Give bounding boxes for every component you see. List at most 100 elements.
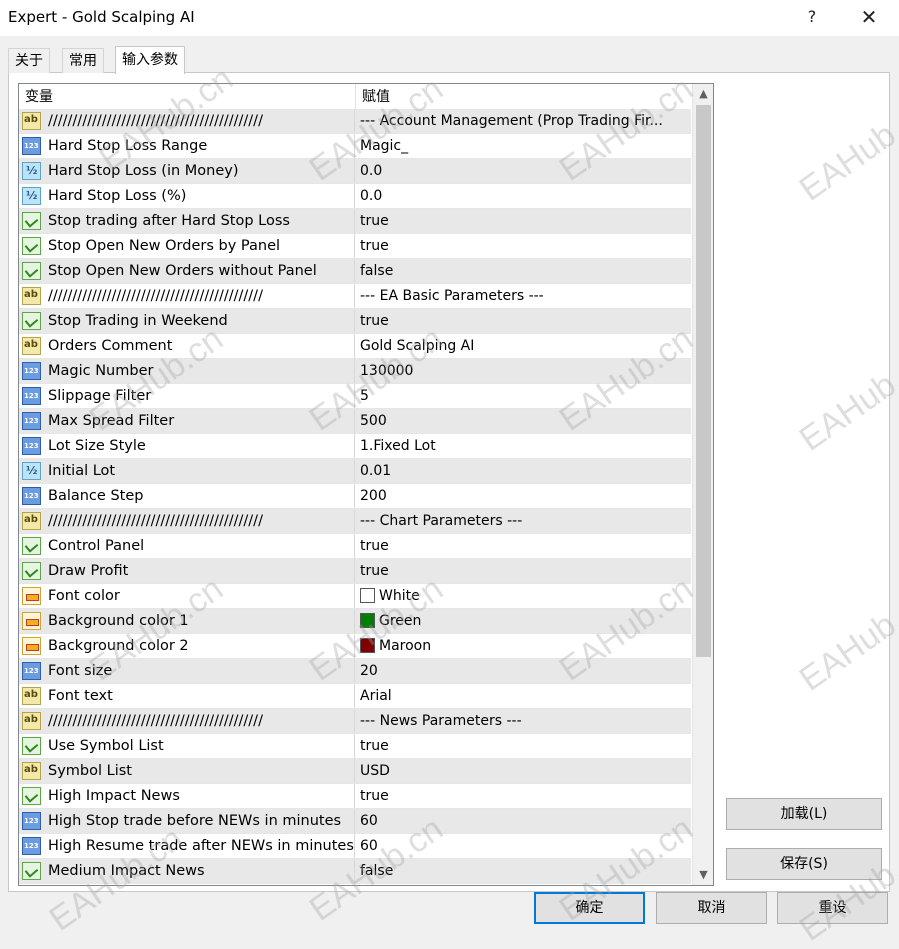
ok-button[interactable]: 确定 — [534, 892, 645, 924]
tab-common[interactable]: 常用 — [62, 48, 104, 73]
variable-cell[interactable]: High Resume trade after NEWs in minutes — [19, 834, 355, 858]
save-button[interactable]: 保存(S) — [726, 848, 882, 880]
value-cell[interactable]: 200 — [355, 484, 691, 508]
scroll-up-icon[interactable]: ▲ — [693, 84, 713, 104]
table-row[interactable]: Background color 2 Maroon — [19, 634, 691, 659]
variable-cell[interactable]: Initial Lot — [19, 459, 355, 483]
variable-cell[interactable]: Stop Open New Orders without Panel — [19, 259, 355, 283]
variable-cell[interactable]: ////////////////////////////////////////… — [19, 284, 355, 308]
table-row[interactable]: Stop Open New Orders by Panel true — [19, 234, 691, 259]
variable-cell[interactable]: Medium Impact News — [19, 859, 355, 883]
variable-cell[interactable]: Background color 2 — [19, 634, 355, 658]
table-row[interactable]: Slippage Filter 5 — [19, 384, 691, 409]
value-cell[interactable]: 60 — [355, 834, 691, 858]
variable-cell[interactable]: Stop Open New Orders by Panel — [19, 234, 355, 258]
table-row[interactable]: Symbol List USD — [19, 759, 691, 784]
variable-cell[interactable]: Hard Stop Loss (%) — [19, 184, 355, 208]
table-row[interactable]: Balance Step 200 — [19, 484, 691, 509]
value-cell[interactable]: Maroon — [355, 634, 691, 658]
value-cell[interactable]: Magic_ — [355, 134, 691, 158]
table-row[interactable]: High Stop trade before NEWs in minutes 60 — [19, 809, 691, 834]
variable-cell[interactable]: Magic Number — [19, 359, 355, 383]
value-cell[interactable]: 0.0 — [355, 159, 691, 183]
cancel-button[interactable]: 取消 — [656, 892, 767, 924]
value-cell[interactable]: Arial — [355, 684, 691, 708]
table-row[interactable]: Orders Comment Gold Scalping AI — [19, 334, 691, 359]
vertical-scrollbar[interactable]: ▲ ▼ — [692, 84, 713, 885]
table-row[interactable]: ////////////////////////////////////////… — [19, 509, 691, 534]
value-cell[interactable]: Gold Scalping AI — [355, 334, 691, 358]
table-row[interactable]: ////////////////////////////////////////… — [19, 709, 691, 734]
variable-cell[interactable]: ////////////////////////////////////////… — [19, 109, 355, 133]
value-cell[interactable]: true — [355, 234, 691, 258]
value-cell[interactable]: --- Account Management (Prop Trading Fir… — [355, 109, 691, 133]
value-cell[interactable]: 0.0 — [355, 184, 691, 208]
value-cell[interactable]: 5 — [355, 384, 691, 408]
variable-cell[interactable]: Use Symbol List — [19, 734, 355, 758]
table-row[interactable]: Lot Size Style 1.Fixed Lot — [19, 434, 691, 459]
variable-cell[interactable]: Lot Size Style — [19, 434, 355, 458]
value-cell[interactable]: true — [355, 309, 691, 333]
column-header-value[interactable]: 赋值 — [356, 84, 692, 109]
table-row[interactable]: Max Spread Filter 500 — [19, 409, 691, 434]
table-row[interactable]: ////////////////////////////////////////… — [19, 284, 691, 309]
table-row[interactable]: High Resume trade after NEWs in minutes 6… — [19, 834, 691, 859]
table-row[interactable]: Font size 20 — [19, 659, 691, 684]
variable-cell[interactable]: Stop trading after Hard Stop Loss — [19, 209, 355, 233]
value-cell[interactable]: --- Chart Parameters --- — [355, 509, 691, 533]
variable-cell[interactable]: ////////////////////////////////////////… — [19, 709, 355, 733]
variable-cell[interactable]: Orders Comment — [19, 334, 355, 358]
value-cell[interactable]: 60 — [355, 809, 691, 833]
value-cell[interactable]: 1.Fixed Lot — [355, 434, 691, 458]
table-row[interactable]: Hard Stop Loss Range Magic_ — [19, 134, 691, 159]
table-row[interactable]: Use Symbol List true — [19, 734, 691, 759]
variable-cell[interactable]: Draw Profit — [19, 559, 355, 583]
table-row[interactable]: Medium Impact News false — [19, 859, 691, 884]
value-cell[interactable]: false — [355, 259, 691, 283]
table-row[interactable]: High Impact News true — [19, 784, 691, 809]
variable-cell[interactable]: Background color 1 — [19, 609, 355, 633]
table-row[interactable]: Background color 1 Green — [19, 609, 691, 634]
variable-cell[interactable]: Max Spread Filter — [19, 409, 355, 433]
tab-about[interactable]: 关于 — [8, 48, 50, 73]
value-cell[interactable]: true — [355, 559, 691, 583]
value-cell[interactable]: true — [355, 734, 691, 758]
value-cell[interactable]: false — [355, 859, 691, 883]
variable-cell[interactable]: Hard Stop Loss Range — [19, 134, 355, 158]
variable-cell[interactable]: Font text — [19, 684, 355, 708]
value-cell[interactable]: 130000 — [355, 359, 691, 383]
table-row[interactable]: Hard Stop Loss (%) 0.0 — [19, 184, 691, 209]
variable-cell[interactable]: Balance Step — [19, 484, 355, 508]
variable-cell[interactable]: Slippage Filter — [19, 384, 355, 408]
value-cell[interactable]: White — [355, 584, 691, 608]
variable-cell[interactable]: Hard Stop Loss (in Money) — [19, 159, 355, 183]
value-cell[interactable]: Green — [355, 609, 691, 633]
value-cell[interactable]: true — [355, 784, 691, 808]
value-cell[interactable]: 500 — [355, 409, 691, 433]
column-header-variable[interactable]: 变量 — [19, 84, 356, 109]
variable-cell[interactable]: Symbol List — [19, 759, 355, 783]
scroll-thumb[interactable] — [696, 105, 711, 657]
close-button[interactable]: ✕ — [852, 4, 886, 30]
variable-cell[interactable]: Font color — [19, 584, 355, 608]
table-row[interactable]: Magic Number 130000 — [19, 359, 691, 384]
table-row[interactable]: Initial Lot 0.01 — [19, 459, 691, 484]
table-row[interactable]: Stop Trading in Weekend true — [19, 309, 691, 334]
variable-cell[interactable]: High Impact News — [19, 784, 355, 808]
table-row[interactable]: Draw Profit true — [19, 559, 691, 584]
variable-cell[interactable]: Font size — [19, 659, 355, 683]
table-row[interactable]: Control Panel true — [19, 534, 691, 559]
load-button[interactable]: 加载(L) — [726, 798, 882, 830]
reset-button[interactable]: 重设 — [777, 892, 888, 924]
table-row[interactable]: ////////////////////////////////////////… — [19, 109, 691, 134]
value-cell[interactable]: USD — [355, 759, 691, 783]
help-button[interactable]: ? — [795, 4, 829, 30]
value-cell[interactable]: --- News Parameters --- — [355, 709, 691, 733]
value-cell[interactable]: 20 — [355, 659, 691, 683]
tab-inputs[interactable]: 输入参数 — [115, 46, 185, 74]
scroll-down-icon[interactable]: ▼ — [693, 865, 713, 885]
table-row[interactable]: Font text Arial — [19, 684, 691, 709]
variable-cell[interactable]: Stop Trading in Weekend — [19, 309, 355, 333]
value-cell[interactable]: true — [355, 534, 691, 558]
table-row[interactable]: Hard Stop Loss (in Money) 0.0 — [19, 159, 691, 184]
